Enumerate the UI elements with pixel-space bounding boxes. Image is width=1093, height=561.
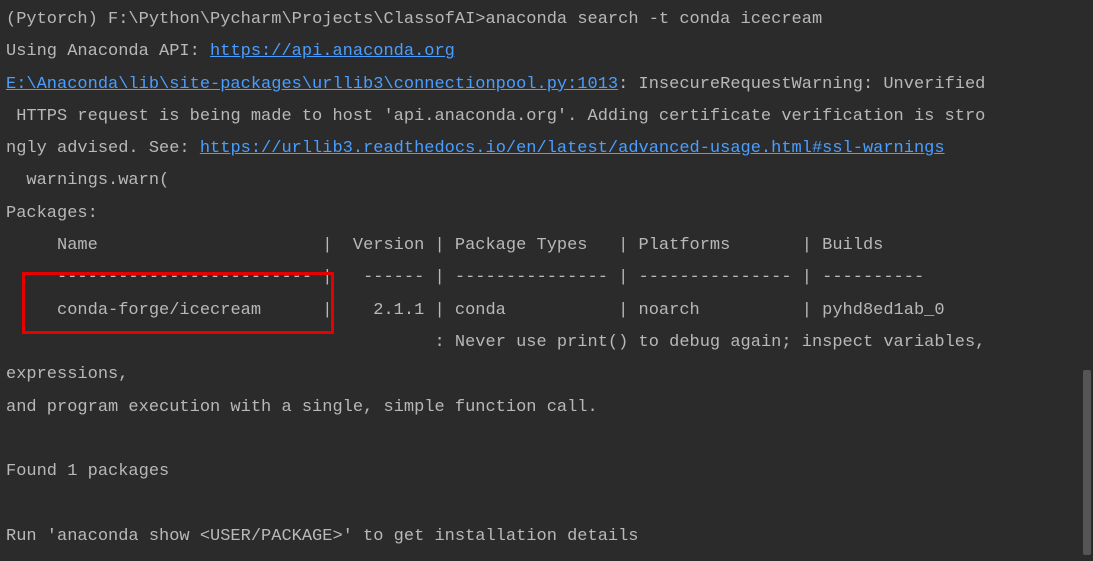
description-line-2: expressions,	[6, 365, 128, 384]
table-row: conda-forge/icecream | 2.1.1 | conda | n…	[6, 301, 945, 320]
ssl-url-link[interactable]: https://urllib3.readthedocs.io/en/latest…	[200, 139, 945, 158]
description-line-1: : Never use print() to debug again; insp…	[6, 333, 996, 352]
api-url-link[interactable]: https://api.anaconda.org	[210, 42, 455, 61]
prompt-path: F:\Python\Pycharm\Projects\ClassofAI>	[108, 10, 485, 29]
found-packages-text: Found 1 packages	[6, 462, 169, 481]
table-divider-row: ------------------------- | ------ | ---…	[6, 268, 924, 287]
warnings-warn-line: warnings.warn(	[6, 171, 169, 190]
packages-header: Packages:	[6, 204, 98, 223]
description-line-3: and program execution with a single, sim…	[6, 398, 598, 417]
warning-text-2: HTTPS request is being made to host 'api…	[6, 107, 985, 126]
api-label: Using Anaconda API:	[6, 42, 210, 61]
warning-text-3: ngly advised. See:	[6, 139, 200, 158]
terminal-output: (Pytorch) F:\Python\Pycharm\Projects\Cla…	[6, 4, 1087, 553]
table-header-row: Name | Version | Package Types | Platfor…	[6, 236, 883, 255]
warning-text-1: : InsecureRequestWarning: Unverified	[618, 75, 985, 94]
warning-path-link[interactable]: E:\Anaconda\lib\site-packages\urllib3\co…	[6, 75, 618, 94]
command-text: anaconda search -t conda icecream	[486, 10, 823, 29]
scrollbar[interactable]	[1083, 370, 1091, 555]
prompt-env: (Pytorch)	[6, 10, 108, 29]
run-instruction-text: Run 'anaconda show <USER/PACKAGE>' to ge…	[6, 527, 639, 546]
